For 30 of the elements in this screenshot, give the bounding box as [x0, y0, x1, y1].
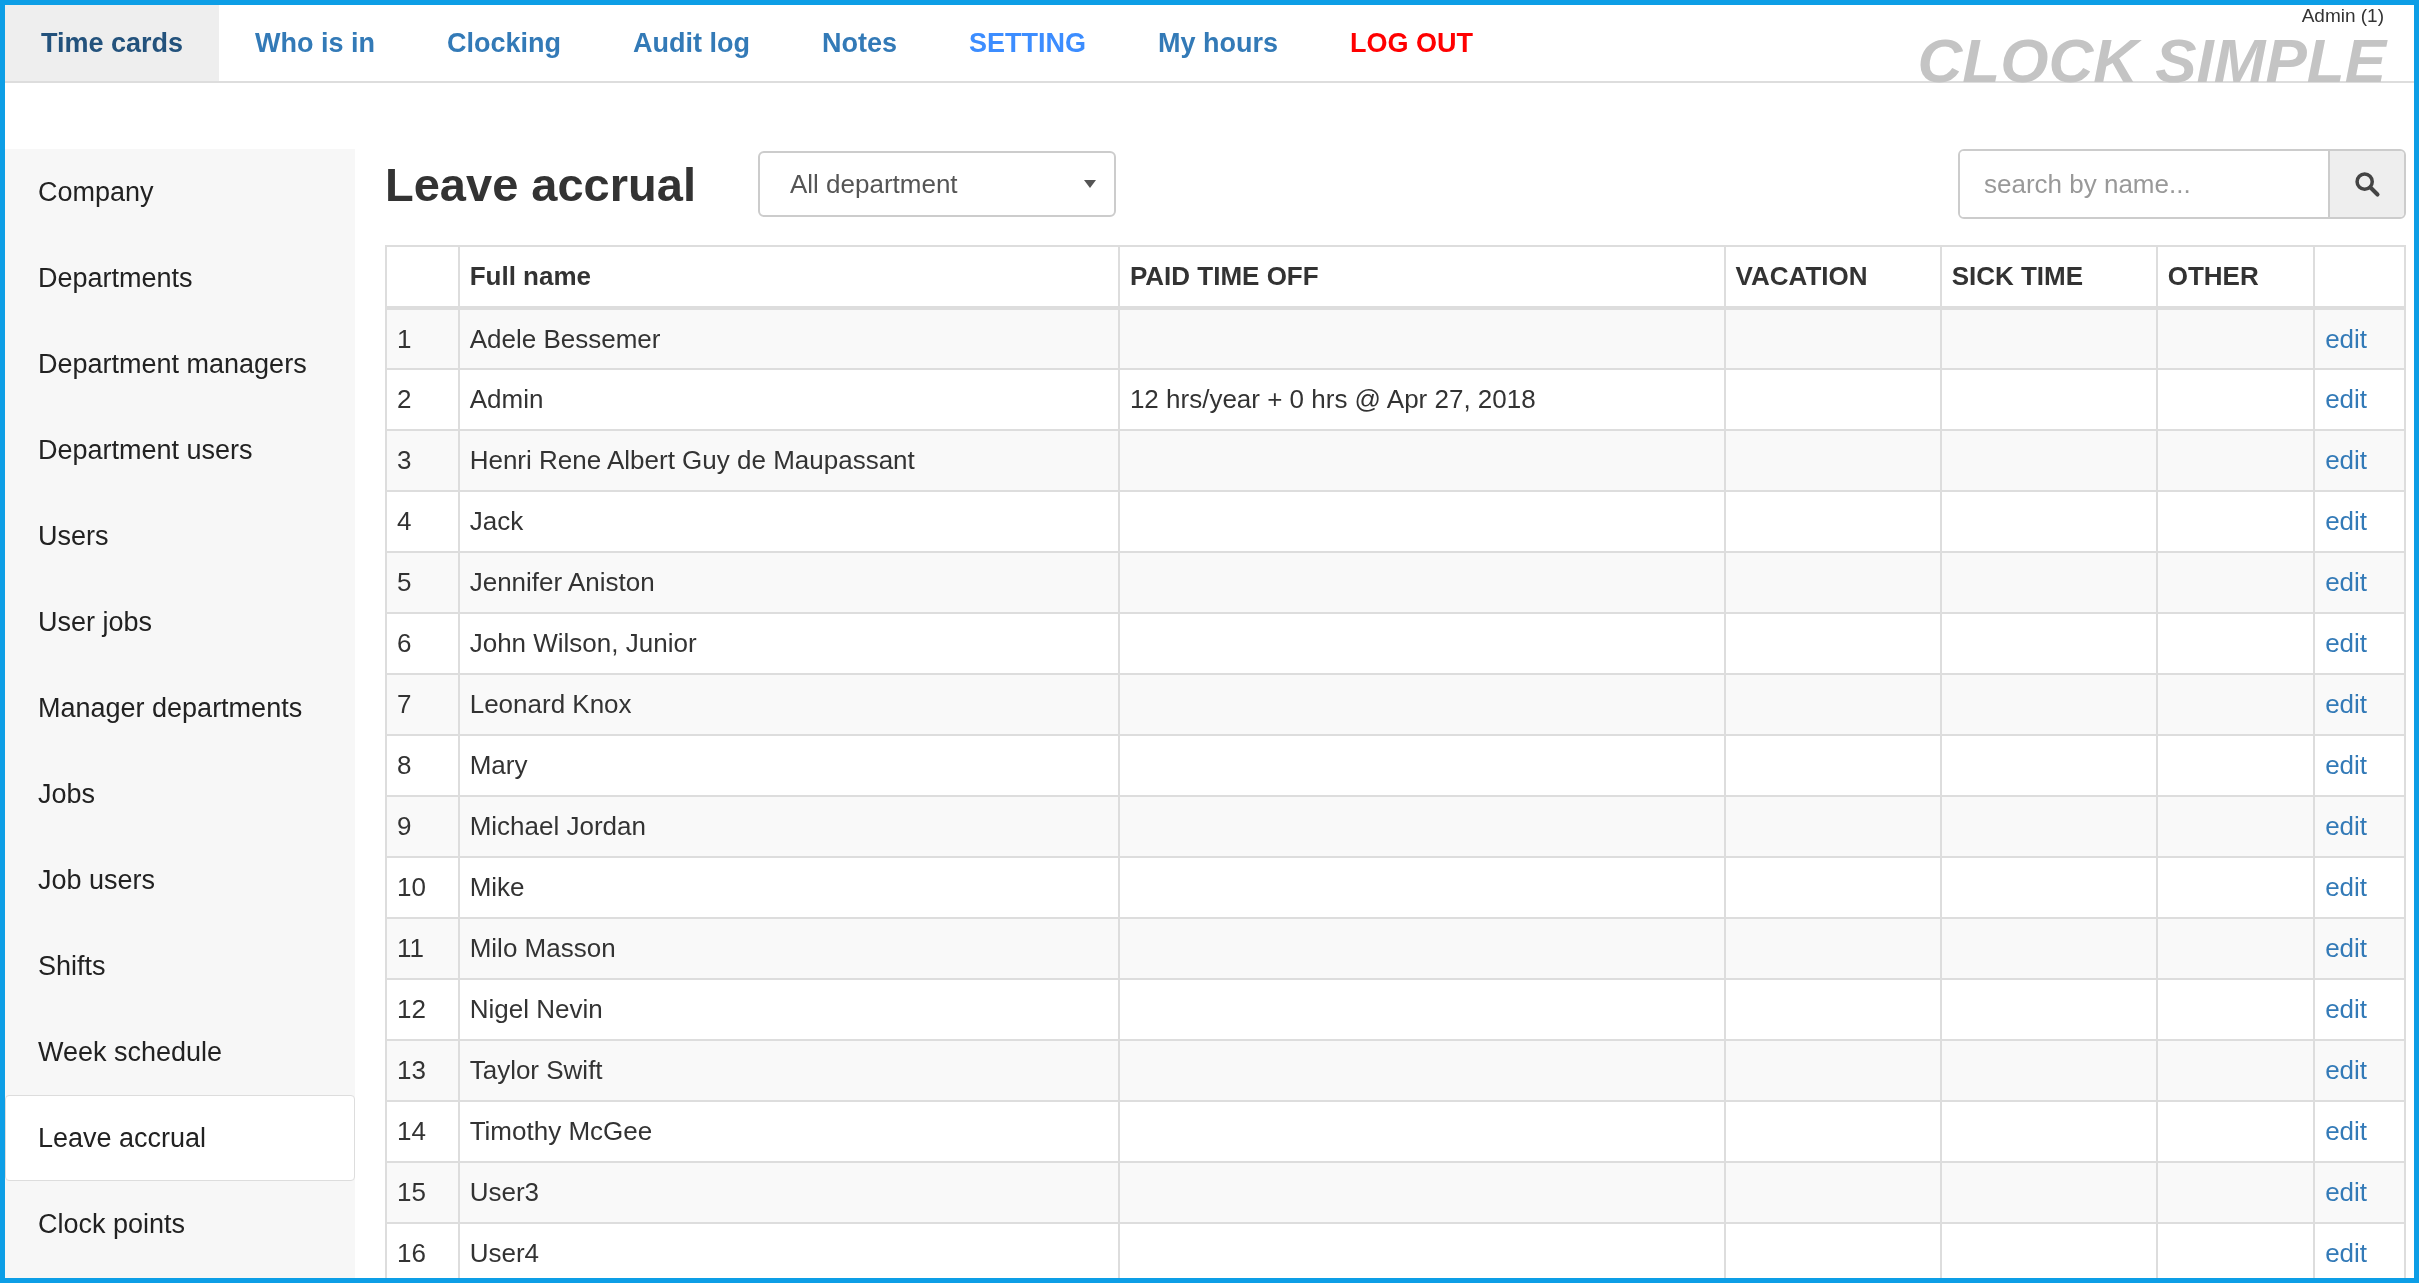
- sidebar-item[interactable]: Users: [5, 493, 355, 579]
- user-label: Admin (1): [2301, 5, 2384, 27]
- nav-tab[interactable]: Audit log: [597, 5, 787, 81]
- nav-tab[interactable]: Time cards: [5, 5, 220, 81]
- nav-tab[interactable]: LOG OUT: [1314, 5, 1510, 81]
- sidebar-item[interactable]: Company: [5, 149, 355, 235]
- sidebar-item[interactable]: Shifts: [5, 923, 355, 1009]
- sidebar-item[interactable]: Week schedule: [5, 1009, 355, 1095]
- sidebar-item[interactable]: User jobs: [5, 579, 355, 665]
- search-field[interactable]: search by name...: [1958, 149, 2406, 219]
- search-button[interactable]: [2328, 151, 2404, 217]
- sidebar-item[interactable]: Job users: [5, 837, 355, 923]
- sidebar-item[interactable]: Jobs: [5, 751, 355, 837]
- nav-tab[interactable]: SETTING: [933, 5, 1123, 81]
- nav-tab[interactable]: Notes: [786, 5, 934, 81]
- sidebar-item[interactable]: Departments: [5, 235, 355, 321]
- sidebar-item[interactable]: Leave accrual: [5, 1095, 355, 1181]
- logo: CLOCK SIMPLE: [1917, 26, 2386, 96]
- sidebar-item[interactable]: Department managers: [5, 321, 355, 407]
- table-cell: 16: [386, 1223, 459, 1278]
- nav-tab[interactable]: My hours: [1122, 5, 1315, 81]
- nav-tab[interactable]: Who is in: [219, 5, 412, 81]
- page-title: Leave accrual: [385, 156, 696, 212]
- search-icon: [2353, 170, 2381, 198]
- department-select[interactable]: All department: [757, 151, 1116, 217]
- caret-icon: [1083, 180, 1096, 188]
- nav-tab[interactable]: Clocking: [411, 5, 598, 81]
- sidebar-item[interactable]: Department users: [5, 407, 355, 493]
- sidebar-item[interactable]: Clock points: [5, 1181, 355, 1267]
- sidebar-item[interactable]: Manager departments: [5, 665, 355, 751]
